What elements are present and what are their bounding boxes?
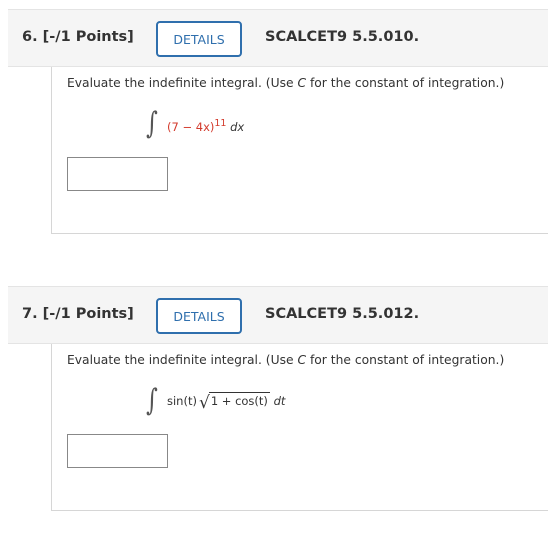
question-7-integrand: sin(t) √1 + cos(t) dt: [167, 392, 285, 413]
question-6-details-button[interactable]: DETAILS: [156, 21, 242, 57]
question-6: 6. [-/1 Points] DETAILS SCALCET9 5.5.010…: [8, 9, 548, 241]
constant-variable: C: [297, 353, 307, 367]
differential: dt: [273, 394, 286, 408]
integrand-factor: sin(t): [167, 394, 197, 408]
square-root: √1 + cos(t): [199, 392, 270, 413]
integrand-exponent: 11: [214, 118, 227, 129]
question-6-reference: SCALCET9 5.5.010.: [265, 29, 420, 45]
integral-sign: ∫: [145, 106, 158, 141]
question-7-reference: SCALCET9 5.5.012.: [265, 306, 420, 322]
prompt-suffix: for the constant of integration.): [306, 353, 505, 367]
question-7-header: 7. [-/1 Points] DETAILS SCALCET9 5.5.012…: [8, 286, 548, 344]
prompt-suffix: for the constant of integration.): [306, 76, 505, 90]
question-7-details-button[interactable]: DETAILS: [156, 298, 242, 334]
question-7-prompt: Evaluate the indefinite integral. (Use C…: [67, 353, 504, 367]
question-6-header: 6. [-/1 Points] DETAILS SCALCET9 5.5.010…: [8, 9, 548, 67]
question-6-prompt: Evaluate the indefinite integral. (Use C…: [67, 76, 504, 90]
differential: dx: [230, 120, 245, 134]
question-6-number-points: 6. [-/1 Points]: [22, 29, 134, 45]
integral-sign: ∫: [145, 383, 158, 418]
question-7-body: Evaluate the indefinite integral. (Use C…: [51, 344, 548, 511]
integrand-base: (7 − 4x): [167, 120, 215, 134]
radicand: 1 + cos(t): [208, 392, 270, 408]
question-7: 7. [-/1 Points] DETAILS SCALCET9 5.5.012…: [8, 286, 548, 518]
question-6-body: Evaluate the indefinite integral. (Use C…: [51, 67, 548, 234]
constant-variable: C: [297, 76, 307, 90]
question-7-number-points: 7. [-/1 Points]: [22, 306, 134, 322]
question-7-answer-input[interactable]: [67, 434, 168, 468]
prompt-prefix: Evaluate the indefinite integral. (Use: [67, 353, 298, 367]
question-6-answer-input[interactable]: [67, 157, 168, 191]
question-6-integrand: (7 − 4x)11 dx: [167, 118, 244, 134]
prompt-prefix: Evaluate the indefinite integral. (Use: [67, 76, 298, 90]
